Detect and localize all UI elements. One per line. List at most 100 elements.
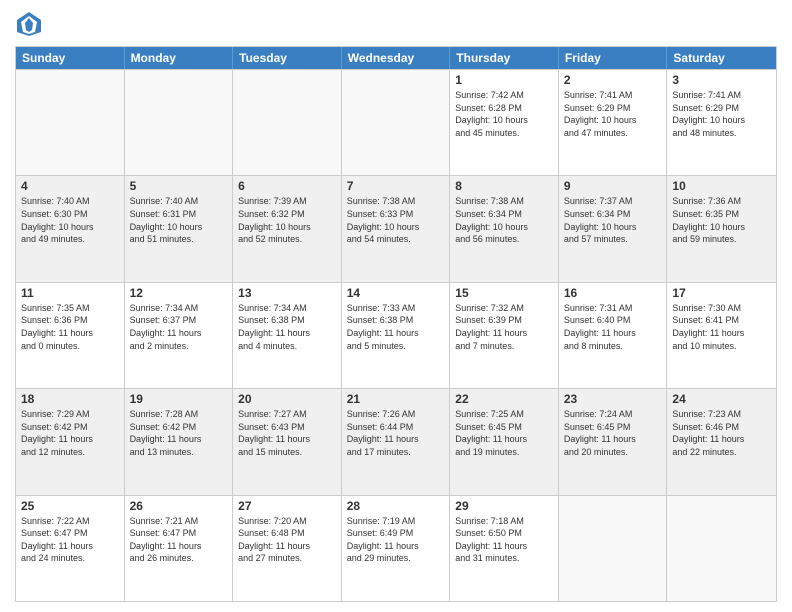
calendar-cell: 9 Sunrise: 7:37 AM Sunset: 6:34 PM Daylig…	[559, 176, 668, 281]
day-info: Sunrise: 7:33 AM Sunset: 6:38 PM Dayligh…	[347, 302, 445, 352]
calendar-week: 18Sunrise: 7:29 AM Sunset: 6:42 PM Dayli…	[16, 388, 776, 494]
calendar-cell: 2Sunrise: 7:41 AM Sunset: 6:29 PM Daylig…	[559, 70, 668, 175]
day-number: 24	[672, 392, 771, 406]
calendar-cell: 8 Sunrise: 7:38 AM Sunset: 6:34 PM Daylig…	[450, 176, 559, 281]
calendar-body: 1 Sunrise: 7:42 AM Sunset: 6:28 PM Daylig…	[16, 69, 776, 601]
calendar-cell: 6Sunrise: 7:39 AM Sunset: 6:32 PM Daylig…	[233, 176, 342, 281]
calendar-cell: 22 Sunrise: 7:25 AM Sunset: 6:45 PM Dayli…	[450, 389, 559, 494]
calendar-cell	[125, 70, 234, 175]
calendar-cell: 28 Sunrise: 7:19 AM Sunset: 6:49 PM Dayli…	[342, 496, 451, 601]
calendar-cell: 15 Sunrise: 7:32 AM Sunset: 6:39 PM Dayli…	[450, 283, 559, 388]
calendar-cell	[559, 496, 668, 601]
day-number: 29	[455, 499, 553, 513]
weekday-header: Monday	[125, 47, 234, 69]
calendar-cell: 3 Sunrise: 7:41 AM Sunset: 6:29 PM Daylig…	[667, 70, 776, 175]
day-info: Sunrise: 7:41 AM Sunset: 6:29 PM Dayligh…	[672, 89, 771, 139]
day-number: 19	[130, 392, 228, 406]
calendar-cell: 7 Sunrise: 7:38 AM Sunset: 6:33 PM Daylig…	[342, 176, 451, 281]
day-info: Sunrise: 7:34 AM Sunset: 6:38 PM Dayligh…	[238, 302, 336, 352]
day-number: 4	[21, 179, 119, 193]
calendar-cell: 21 Sunrise: 7:26 AM Sunset: 6:44 PM Dayli…	[342, 389, 451, 494]
logo	[15, 10, 47, 38]
day-number: 26	[130, 499, 228, 513]
calendar-cell: 29 Sunrise: 7:18 AM Sunset: 6:50 PM Dayli…	[450, 496, 559, 601]
day-info: Sunrise: 7:29 AM Sunset: 6:42 PM Dayligh…	[21, 408, 119, 458]
day-number: 12	[130, 286, 228, 300]
day-info: Sunrise: 7:25 AM Sunset: 6:45 PM Dayligh…	[455, 408, 553, 458]
day-info: Sunrise: 7:21 AM Sunset: 6:47 PM Dayligh…	[130, 515, 228, 565]
day-info: Sunrise: 7:39 AM Sunset: 6:32 PM Dayligh…	[238, 195, 336, 245]
day-info: Sunrise: 7:37 AM Sunset: 6:34 PM Dayligh…	[564, 195, 662, 245]
day-number: 10	[672, 179, 771, 193]
calendar-cell: 20Sunrise: 7:27 AM Sunset: 6:43 PM Dayli…	[233, 389, 342, 494]
weekday-header: Friday	[559, 47, 668, 69]
day-number: 20	[238, 392, 336, 406]
calendar-cell: 16 Sunrise: 7:31 AM Sunset: 6:40 PM Dayli…	[559, 283, 668, 388]
day-info: Sunrise: 7:24 AM Sunset: 6:45 PM Dayligh…	[564, 408, 662, 458]
calendar-cell: 23 Sunrise: 7:24 AM Sunset: 6:45 PM Dayli…	[559, 389, 668, 494]
calendar-cell: 4Sunrise: 7:40 AM Sunset: 6:30 PM Daylig…	[16, 176, 125, 281]
calendar-cell: 18Sunrise: 7:29 AM Sunset: 6:42 PM Dayli…	[16, 389, 125, 494]
day-number: 25	[21, 499, 119, 513]
day-number: 27	[238, 499, 336, 513]
calendar-cell	[233, 70, 342, 175]
day-number: 9	[564, 179, 662, 193]
calendar-cell: 25 Sunrise: 7:22 AM Sunset: 6:47 PM Dayli…	[16, 496, 125, 601]
day-info: Sunrise: 7:20 AM Sunset: 6:48 PM Dayligh…	[238, 515, 336, 565]
calendar-cell	[16, 70, 125, 175]
day-number: 7	[347, 179, 445, 193]
day-info: Sunrise: 7:36 AM Sunset: 6:35 PM Dayligh…	[672, 195, 771, 245]
day-info: Sunrise: 7:22 AM Sunset: 6:47 PM Dayligh…	[21, 515, 119, 565]
calendar-week: 1 Sunrise: 7:42 AM Sunset: 6:28 PM Daylig…	[16, 69, 776, 175]
calendar-cell: 19 Sunrise: 7:28 AM Sunset: 6:42 PM Dayli…	[125, 389, 234, 494]
calendar: SundayMondayTuesdayWednesdayThursdayFrid…	[15, 46, 777, 602]
day-number: 16	[564, 286, 662, 300]
calendar-cell: 13 Sunrise: 7:34 AM Sunset: 6:38 PM Dayli…	[233, 283, 342, 388]
day-info: Sunrise: 7:38 AM Sunset: 6:33 PM Dayligh…	[347, 195, 445, 245]
day-info: Sunrise: 7:23 AM Sunset: 6:46 PM Dayligh…	[672, 408, 771, 458]
calendar-cell: 17 Sunrise: 7:30 AM Sunset: 6:41 PM Dayli…	[667, 283, 776, 388]
day-info: Sunrise: 7:26 AM Sunset: 6:44 PM Dayligh…	[347, 408, 445, 458]
calendar-header: SundayMondayTuesdayWednesdayThursdayFrid…	[16, 47, 776, 69]
day-number: 1	[455, 73, 553, 87]
calendar-week: 25 Sunrise: 7:22 AM Sunset: 6:47 PM Dayli…	[16, 495, 776, 601]
day-info: Sunrise: 7:38 AM Sunset: 6:34 PM Dayligh…	[455, 195, 553, 245]
day-info: Sunrise: 7:32 AM Sunset: 6:39 PM Dayligh…	[455, 302, 553, 352]
calendar-cell	[667, 496, 776, 601]
day-number: 21	[347, 392, 445, 406]
day-info: Sunrise: 7:42 AM Sunset: 6:28 PM Dayligh…	[455, 89, 553, 139]
day-info: Sunrise: 7:31 AM Sunset: 6:40 PM Dayligh…	[564, 302, 662, 352]
day-info: Sunrise: 7:18 AM Sunset: 6:50 PM Dayligh…	[455, 515, 553, 565]
day-number: 15	[455, 286, 553, 300]
day-number: 28	[347, 499, 445, 513]
day-number: 22	[455, 392, 553, 406]
calendar-cell: 24 Sunrise: 7:23 AM Sunset: 6:46 PM Dayli…	[667, 389, 776, 494]
day-number: 14	[347, 286, 445, 300]
day-number: 23	[564, 392, 662, 406]
day-number: 13	[238, 286, 336, 300]
day-number: 5	[130, 179, 228, 193]
day-number: 17	[672, 286, 771, 300]
page: SundayMondayTuesdayWednesdayThursdayFrid…	[0, 0, 792, 612]
header	[15, 10, 777, 38]
day-info: Sunrise: 7:28 AM Sunset: 6:42 PM Dayligh…	[130, 408, 228, 458]
weekday-header: Tuesday	[233, 47, 342, 69]
day-info: Sunrise: 7:30 AM Sunset: 6:41 PM Dayligh…	[672, 302, 771, 352]
calendar-cell: 14 Sunrise: 7:33 AM Sunset: 6:38 PM Dayli…	[342, 283, 451, 388]
day-number: 8	[455, 179, 553, 193]
weekday-header: Wednesday	[342, 47, 451, 69]
calendar-week: 11 Sunrise: 7:35 AM Sunset: 6:36 PM Dayli…	[16, 282, 776, 388]
logo-icon	[15, 10, 43, 38]
day-info: Sunrise: 7:35 AM Sunset: 6:36 PM Dayligh…	[21, 302, 119, 352]
calendar-cell: 5Sunrise: 7:40 AM Sunset: 6:31 PM Daylig…	[125, 176, 234, 281]
weekday-header: Thursday	[450, 47, 559, 69]
day-number: 3	[672, 73, 771, 87]
day-number: 11	[21, 286, 119, 300]
calendar-cell: 11 Sunrise: 7:35 AM Sunset: 6:36 PM Dayli…	[16, 283, 125, 388]
day-info: Sunrise: 7:41 AM Sunset: 6:29 PM Dayligh…	[564, 89, 662, 139]
weekday-header: Sunday	[16, 47, 125, 69]
weekday-header: Saturday	[667, 47, 776, 69]
day-info: Sunrise: 7:19 AM Sunset: 6:49 PM Dayligh…	[347, 515, 445, 565]
day-info: Sunrise: 7:34 AM Sunset: 6:37 PM Dayligh…	[130, 302, 228, 352]
calendar-cell: 26 Sunrise: 7:21 AM Sunset: 6:47 PM Dayli…	[125, 496, 234, 601]
